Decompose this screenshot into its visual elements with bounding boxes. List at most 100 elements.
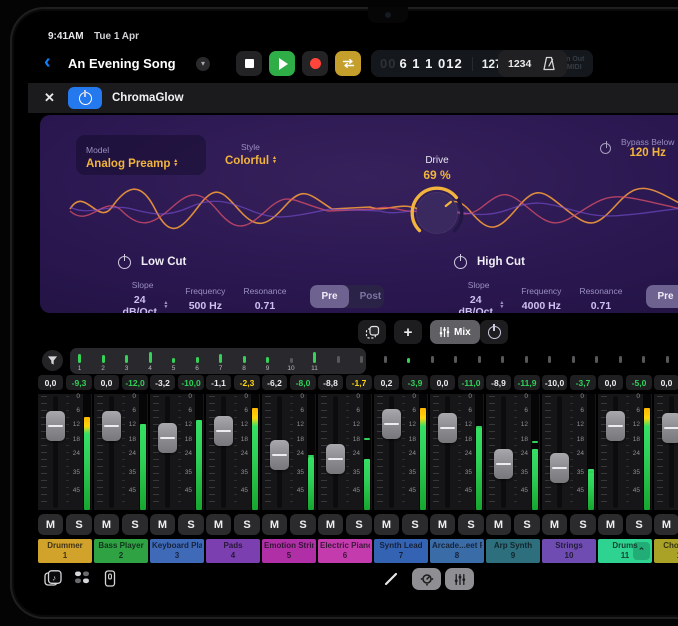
drive-knob[interactable] <box>406 184 468 242</box>
fader-handle[interactable] <box>382 409 401 439</box>
model-selector[interactable]: Model Analog Preamp ▴▾ <box>76 135 206 175</box>
high-cut-slope[interactable]: Slope 24 dB/Oct ▴▾ <box>454 275 503 313</box>
mix-toggle-button[interactable]: Mix <box>430 320 480 344</box>
solo-button[interactable]: S <box>514 514 540 535</box>
mute-button[interactable]: M <box>38 514 63 535</box>
low-cut-power-icon[interactable] <box>118 256 131 269</box>
mute-button[interactable]: M <box>262 514 287 535</box>
low-cut-frequency[interactable]: Frequency 500 Hz <box>185 281 225 312</box>
duplicate-button[interactable] <box>358 320 386 344</box>
solo-button[interactable]: S <box>402 514 428 535</box>
channel-volume-value[interactable]: 0,0 <box>598 375 623 390</box>
filter-icon[interactable] <box>42 350 63 371</box>
solo-button[interactable]: S <box>346 514 372 535</box>
low-cut-resonance[interactable]: Resonance 0.71 <box>243 281 286 312</box>
mute-button[interactable]: M <box>94 514 119 535</box>
song-title-chevron-down-icon[interactable]: ▾ <box>196 57 210 71</box>
channel-volume-value[interactable]: -10,0 <box>542 375 567 390</box>
metronome-icon[interactable] <box>541 56 557 71</box>
solo-button[interactable]: S <box>178 514 204 535</box>
channel-volume-value[interactable]: 0,0 <box>94 375 119 390</box>
pre-button[interactable]: Pre <box>310 285 348 308</box>
fader-handle[interactable] <box>662 413 678 443</box>
close-icon[interactable]: ✕ <box>44 90 55 106</box>
track-label[interactable]: Electric Piano 6 <box>318 539 372 563</box>
channel-volume-value[interactable]: 0,0 <box>38 375 63 390</box>
track-label[interactable]: Drums 11 ⌃ <box>598 539 652 563</box>
back-chevron-icon[interactable]: ‹ <box>44 52 51 72</box>
track-label[interactable]: Strings 10 <box>542 539 596 563</box>
solo-button[interactable]: S <box>122 514 148 535</box>
track-label[interactable]: Keyboard Player 3 <box>150 539 204 563</box>
fader-handle[interactable] <box>46 411 65 441</box>
cycle-button[interactable] <box>335 51 361 76</box>
solo-button[interactable]: S <box>458 514 484 535</box>
fader-handle[interactable] <box>494 449 513 479</box>
channel-volume-value[interactable]: 0,2 <box>374 375 399 390</box>
high-cut-resonance[interactable]: Resonance 0.71 <box>579 281 622 312</box>
mute-button[interactable]: M <box>654 514 678 535</box>
mute-button[interactable]: M <box>318 514 343 535</box>
high-cut-frequency[interactable]: Frequency 4000 Hz <box>521 281 561 312</box>
bypass-below-field[interactable]: Bypass Below 120 Hz <box>621 137 674 159</box>
solo-button[interactable]: S <box>234 514 260 535</box>
fader-handle[interactable] <box>270 440 289 470</box>
plugin-power-button[interactable] <box>68 87 102 109</box>
mute-button[interactable]: M <box>150 514 175 535</box>
fader-handle[interactable] <box>326 444 345 474</box>
track-label[interactable]: Bass Player 2 <box>94 539 148 563</box>
low-cut-slope[interactable]: Slope 24 dB/Oct ▴▾ <box>118 275 167 313</box>
fader-handle[interactable] <box>438 413 457 443</box>
bypass-power-icon[interactable] <box>600 143 611 154</box>
play-button[interactable] <box>269 51 295 76</box>
high-cut-power-icon[interactable] <box>454 256 467 269</box>
track-overview-strip[interactable]: 1234567891011 <box>28 349 678 373</box>
track-label[interactable]: Arp Synth 9 <box>486 539 540 563</box>
mute-button[interactable]: M <box>542 514 567 535</box>
track-label[interactable]: Emotion Strings 5 <box>262 539 316 563</box>
controls-view-button[interactable] <box>412 568 441 590</box>
count-in-button[interactable]: 1234 <box>508 58 531 70</box>
channel-volume-value[interactable]: -8,8 <box>318 375 343 390</box>
stop-button[interactable] <box>236 51 262 76</box>
fader-handle[interactable] <box>550 453 569 483</box>
fader-handle[interactable] <box>102 411 121 441</box>
post-button[interactable]: Post <box>349 285 384 308</box>
track-label[interactable]: Chorus V 12 <box>654 539 678 563</box>
channel-volume-value[interactable]: 0,0 <box>430 375 455 390</box>
channel-volume-value[interactable]: 0,0 <box>654 375 678 390</box>
channel-volume-value[interactable]: -3,2 <box>150 375 175 390</box>
track-label[interactable]: Pads 4 <box>206 539 260 563</box>
mute-button[interactable]: M <box>206 514 231 535</box>
solo-button[interactable]: S <box>290 514 316 535</box>
record-button[interactable] <box>302 51 328 76</box>
song-title[interactable]: An Evening Song <box>68 56 176 71</box>
add-track-button[interactable]: + <box>394 320 422 344</box>
track-stack-chevron-up-icon[interactable]: ⌃ <box>633 542 650 560</box>
track-label[interactable]: Drummer 1 <box>38 539 92 563</box>
loop-browser-icon[interactable]: ♪ <box>44 570 62 591</box>
mute-button[interactable]: M <box>374 514 399 535</box>
faders-view-button[interactable] <box>445 568 474 590</box>
fader-handle[interactable] <box>606 411 625 441</box>
fader-handle[interactable] <box>158 423 177 453</box>
mute-button[interactable]: M <box>486 514 511 535</box>
mute-button[interactable]: M <box>598 514 623 535</box>
channel-volume-value[interactable]: -8,9 <box>486 375 511 390</box>
solo-button[interactable]: S <box>570 514 596 535</box>
fader-handle[interactable] <box>214 416 233 446</box>
track-label[interactable]: Synth Lead 7 <box>374 539 428 563</box>
channel-volume-value[interactable]: -1,1 <box>206 375 231 390</box>
pre-button[interactable]: Pre <box>646 285 678 308</box>
track-name: Synth Lead <box>379 541 422 551</box>
solo-button[interactable]: S <box>626 514 652 535</box>
mixer-power-button[interactable] <box>480 320 508 344</box>
plugin-device-icon[interactable] <box>104 570 116 592</box>
browser-blocks-icon[interactable] <box>74 570 90 590</box>
solo-button[interactable]: S <box>66 514 92 535</box>
style-selector[interactable]: Style Colorful ▴▾ <box>225 137 276 167</box>
track-label[interactable]: Arcade...eet Pad 8 <box>430 539 484 563</box>
mute-button[interactable]: M <box>430 514 455 535</box>
pencil-icon[interactable] <box>384 572 399 591</box>
channel-volume-value[interactable]: -6,2 <box>262 375 287 390</box>
